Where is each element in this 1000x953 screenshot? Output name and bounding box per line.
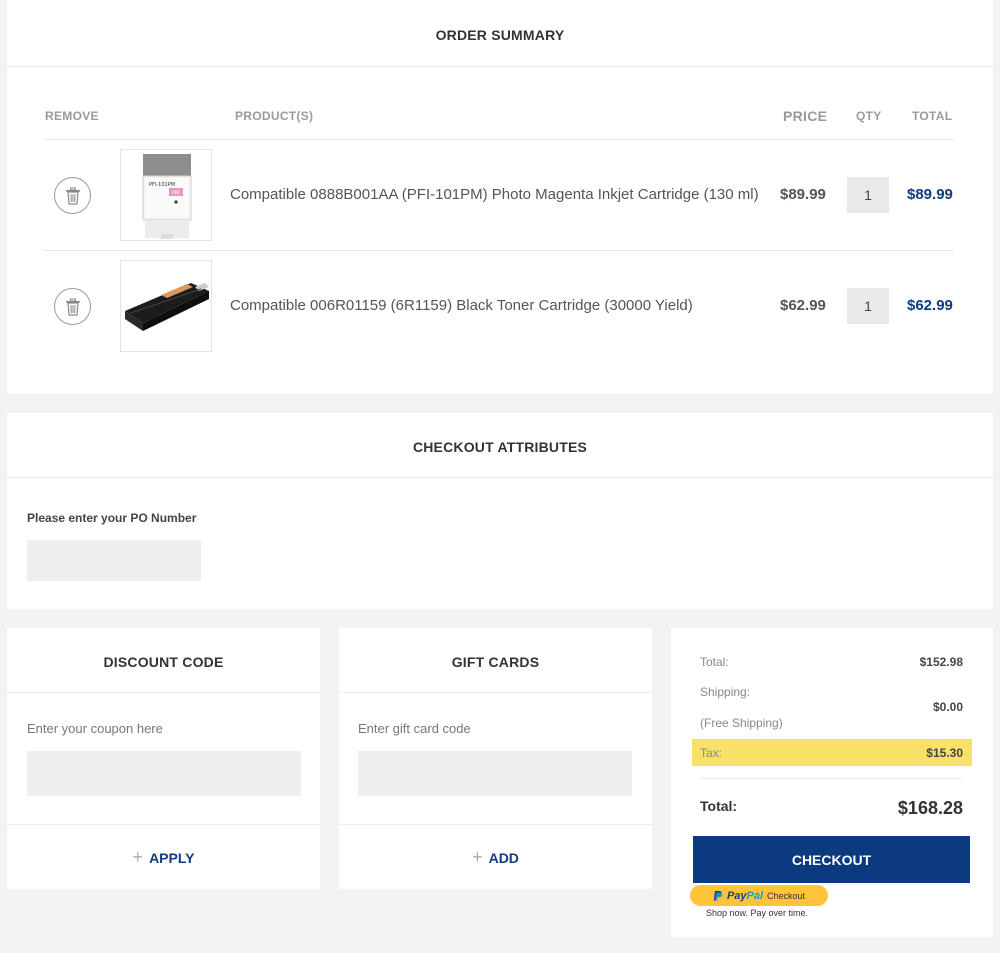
trash-icon <box>65 187 80 205</box>
po-number-label: Please enter your PO Number <box>27 511 197 525</box>
gift-cards-panel: GIFT CARDS Enter gift card code + ADD <box>339 628 652 889</box>
gift-card-hint: Enter gift card code <box>358 721 471 736</box>
paypal-icon <box>713 890 723 901</box>
tax-value: $15.30 <box>926 746 963 760</box>
coupon-code-input[interactable] <box>27 751 301 796</box>
checkout-attributes-title: CHECKOUT ATTRIBUTES <box>412 439 588 455</box>
paypal-checkout-button[interactable]: PayPal Checkout <box>690 885 828 906</box>
ink-cartridge-image: PFI-101PM PM <box>142 154 192 239</box>
quantity-input[interactable]: 1 <box>847 177 889 213</box>
plus-icon: + <box>132 847 144 867</box>
divider <box>7 66 993 67</box>
shipping-value: $0.00 <box>932 700 963 714</box>
col-header-price: PRICE <box>783 108 828 124</box>
subtotal-value: $152.98 <box>919 655 963 669</box>
col-header-products: PRODUCT(S) <box>235 109 314 123</box>
shipping-note: (Free Shipping) <box>700 716 783 730</box>
remove-item-button[interactable] <box>54 288 91 325</box>
checkout-button[interactable]: CHECKOUT <box>693 836 970 883</box>
apply-label: APPLY <box>149 849 195 866</box>
remove-item-button[interactable] <box>54 177 91 214</box>
tax-label: Tax: <box>700 746 723 760</box>
col-header-total: TOTAL <box>912 109 953 123</box>
product-thumbnail[interactable] <box>120 260 212 352</box>
row-divider <box>44 250 954 251</box>
divider <box>7 824 320 825</box>
divider <box>339 692 652 693</box>
col-header-remove: REMOVE <box>45 109 99 123</box>
thumb-label: PFI-101PM <box>149 182 175 188</box>
paypal-tagline: Shop now. Pay over time. <box>706 908 809 918</box>
grand-total-label: Total: <box>700 798 738 814</box>
product-name[interactable]: Compatible 0888B001AA (PFI-101PM) Photo … <box>230 186 759 203</box>
checkout-attributes-panel: CHECKOUT ATTRIBUTES Please enter your PO… <box>7 413 993 609</box>
toner-cartridge-image <box>125 283 209 331</box>
product-name[interactable]: Compatible 006R01159 (6R1159) Black Tone… <box>230 297 693 314</box>
paypal-logo-pay: Pay <box>726 889 747 902</box>
trash-icon <box>65 298 80 316</box>
apply-coupon-button[interactable]: + APPLY <box>7 847 320 868</box>
product-thumbnail[interactable]: PFI-101PM PM <box>120 149 212 241</box>
gift-cards-title: GIFT CARDS <box>451 654 540 670</box>
subtotal-label: Total: <box>700 655 729 669</box>
quantity-input[interactable]: 1 <box>847 288 889 324</box>
shipping-label: Shipping: <box>700 685 751 699</box>
line-total: $62.99 <box>907 297 953 314</box>
po-number-input[interactable] <box>27 540 201 581</box>
unit-price: $62.99 <box>780 297 826 314</box>
divider <box>700 778 963 779</box>
order-totals-panel: Total: $152.98 Shipping: (Free Shipping)… <box>671 628 993 937</box>
add-gift-card-button[interactable]: + ADD <box>339 847 652 868</box>
divider <box>7 692 320 693</box>
gift-card-input[interactable] <box>358 751 632 796</box>
add-label: ADD <box>488 849 519 866</box>
discount-code-panel: DISCOUNT CODE Enter your coupon here + A… <box>7 628 320 889</box>
discount-code-title: DISCOUNT CODE <box>103 654 224 670</box>
row-divider <box>44 139 954 140</box>
order-summary-panel: ORDER SUMMARY REMOVE PRODUCT(S) PRICE QT… <box>7 0 993 394</box>
paypal-checkout-label: Checkout <box>767 890 806 901</box>
divider <box>339 824 652 825</box>
grand-total-value: $168.28 <box>897 798 963 818</box>
paypal-logo-pal: Pal <box>746 889 764 902</box>
unit-price: $89.99 <box>780 186 826 203</box>
thumb-badge: PM <box>172 191 179 197</box>
coupon-hint: Enter your coupon here <box>27 721 163 736</box>
col-header-qty: QTY <box>856 109 882 123</box>
divider <box>7 477 993 478</box>
order-summary-title: ORDER SUMMARY <box>435 27 565 43</box>
paypal-logo: PayPal <box>727 890 763 902</box>
line-total: $89.99 <box>907 186 953 203</box>
plus-icon: + <box>472 847 483 867</box>
